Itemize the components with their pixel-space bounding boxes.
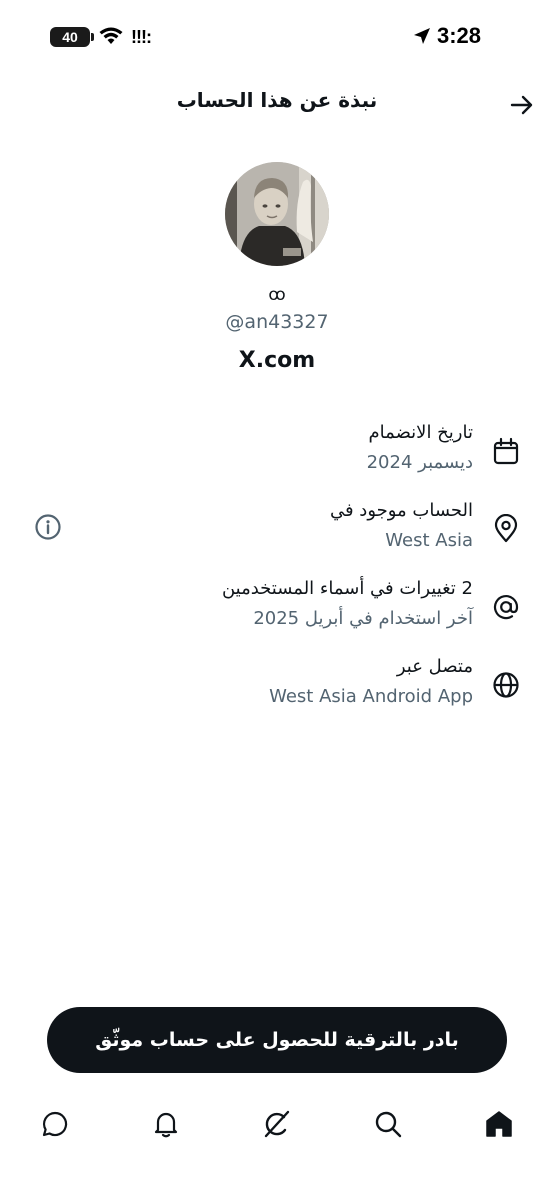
location-row: الحساب موجود في West Asia bbox=[0, 500, 554, 564]
avatar[interactable] bbox=[225, 162, 329, 266]
row-subtitle: West Asia Android App bbox=[269, 686, 473, 707]
row-subtitle: ديسمبر 2024 bbox=[366, 452, 473, 473]
arrow-right-icon bbox=[510, 95, 533, 115]
nav-notifications[interactable] bbox=[148, 1106, 184, 1142]
domain-label: X.com bbox=[238, 348, 316, 373]
info-icon[interactable] bbox=[34, 513, 62, 541]
wifi-icon bbox=[99, 27, 123, 44]
row-subtitle: آخر استخدام في أبريل 2025 bbox=[253, 608, 473, 629]
connected-via-row: متصل عبر West Asia Android App bbox=[0, 656, 554, 720]
clock: 3:28 bbox=[437, 23, 482, 48]
join-date-row: تاريخ الانضمام ديسمبر 2024 bbox=[0, 422, 554, 486]
nav-search[interactable] bbox=[370, 1106, 406, 1142]
home-icon bbox=[486, 1111, 512, 1137]
back-button[interactable] bbox=[506, 89, 538, 121]
row-title: الحساب موجود في bbox=[329, 500, 473, 521]
row-title: متصل عبر bbox=[396, 656, 473, 677]
row-title: تاريخ الانضمام bbox=[368, 422, 473, 443]
messages-icon bbox=[42, 1111, 68, 1137]
row-title: 2 تغييرات في أسماء المستخدمين bbox=[221, 578, 473, 599]
nav-messages[interactable] bbox=[37, 1106, 73, 1142]
battery-tip bbox=[91, 33, 94, 41]
row-subtitle: West Asia bbox=[385, 530, 473, 551]
nav-grok[interactable] bbox=[259, 1106, 295, 1142]
battery-indicator: 40 bbox=[50, 27, 90, 47]
bottom-nav bbox=[0, 1100, 554, 1150]
grok-icon bbox=[264, 1110, 290, 1138]
at-sign-icon bbox=[493, 595, 519, 620]
status-bar: 40 !!!: 3:28 bbox=[0, 0, 554, 76]
username-changes-row: 2 تغييرات في أسماء المستخدمين آخر استخدا… bbox=[0, 578, 554, 642]
page-title: نبذة عن هذا الحساب bbox=[176, 88, 378, 112]
upgrade-verified-button[interactable]: بادر بالترقية للحصول على حساب موثّق bbox=[47, 1007, 507, 1073]
nav-home[interactable] bbox=[481, 1106, 517, 1142]
battery-level: 40 bbox=[62, 29, 78, 45]
notifications-icon bbox=[154, 1112, 178, 1138]
avatar-photo bbox=[225, 162, 329, 266]
display-name: ꝏ bbox=[268, 285, 286, 305]
calendar-icon bbox=[493, 437, 519, 465]
location-arrow-icon bbox=[414, 28, 430, 44]
search-icon bbox=[375, 1111, 402, 1138]
globe-icon bbox=[493, 672, 519, 698]
cellular-signal-icon: !!!: bbox=[131, 27, 152, 47]
location-pin-icon bbox=[494, 514, 518, 543]
user-handle: @an43327 bbox=[225, 311, 329, 333]
